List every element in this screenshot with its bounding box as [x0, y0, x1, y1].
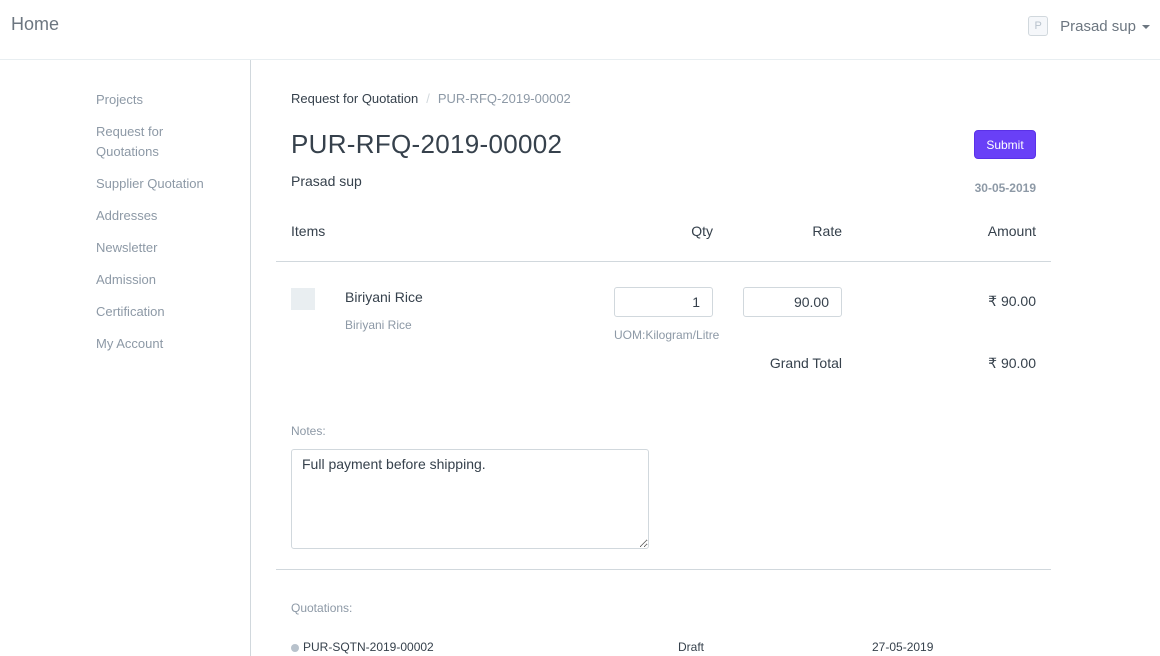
- quotation-list-item[interactable]: PUR-SQTN-2019-00002 Draft 27-05-2019: [291, 640, 991, 656]
- quotations-label: Quotations:: [291, 601, 353, 615]
- home-link[interactable]: Home: [11, 14, 59, 35]
- sidebar-item-newsletter[interactable]: Newsletter: [96, 238, 226, 258]
- section-divider: [276, 569, 1051, 570]
- column-header-amount: Amount: [987, 223, 1036, 239]
- breadcrumb-parent-link[interactable]: Request for Quotation: [291, 91, 418, 106]
- submit-button[interactable]: Submit: [974, 130, 1036, 159]
- sidebar-item-request-for-quotations[interactable]: Request for Quotations: [96, 122, 186, 162]
- user-menu-dropdown[interactable]: P Prasad sup: [1028, 16, 1150, 36]
- avatar: P: [1028, 16, 1049, 36]
- user-name: Prasad sup: [1060, 17, 1136, 35]
- breadcrumb: Request for Quotation / PUR-RFQ-2019-000…: [291, 91, 571, 106]
- item-description: Biriyani Rice: [345, 318, 412, 332]
- breadcrumb-current: PUR-RFQ-2019-00002: [437, 91, 571, 106]
- breadcrumb-separator: /: [426, 91, 430, 106]
- supplier-name: Prasad sup: [291, 173, 362, 189]
- page-title: PUR-RFQ-2019-00002: [291, 129, 563, 159]
- item-name: Biriyani Rice: [345, 289, 423, 305]
- column-header-items: Items: [291, 223, 326, 239]
- table-header-divider: [276, 261, 1051, 262]
- status-dot-icon: [291, 644, 299, 652]
- notes-label: Notes:: [291, 424, 326, 438]
- item-amount: ₹ 90.00: [988, 293, 1036, 309]
- quotation-name[interactable]: PUR-SQTN-2019-00002: [303, 640, 434, 654]
- sidebar-item-admission[interactable]: Admission: [96, 270, 226, 290]
- sidebar-item-certification[interactable]: Certification: [96, 302, 226, 322]
- quotation-status: Draft: [678, 640, 705, 654]
- item-image-placeholder: [291, 288, 315, 310]
- rate-input[interactable]: [743, 287, 842, 317]
- quotation-date: 27-05-2019: [872, 640, 934, 654]
- sidebar: Projects Request for Quotations Supplier…: [0, 60, 251, 656]
- notes-textarea[interactable]: Full payment before shipping.: [291, 449, 649, 549]
- sidebar-item-my-account[interactable]: My Account: [96, 334, 226, 354]
- column-header-qty: Qty: [691, 223, 713, 239]
- qty-input[interactable]: [614, 287, 713, 317]
- sidebar-item-addresses[interactable]: Addresses: [96, 206, 226, 226]
- grand-total-value: ₹ 90.00: [988, 355, 1036, 371]
- document-date: 30-05-2019: [974, 181, 1036, 195]
- column-header-rate: Rate: [812, 223, 842, 239]
- sidebar-item-supplier-quotation[interactable]: Supplier Quotation: [96, 174, 226, 194]
- navbar: Home P Prasad sup: [0, 0, 1160, 60]
- main-content: Request for Quotation / PUR-RFQ-2019-000…: [251, 60, 1160, 656]
- caret-down-icon: [1142, 25, 1150, 29]
- item-uom: UOM:Kilogram/Litre: [614, 328, 720, 342]
- sidebar-item-projects[interactable]: Projects: [96, 90, 226, 110]
- grand-total-label: Grand Total: [769, 355, 842, 371]
